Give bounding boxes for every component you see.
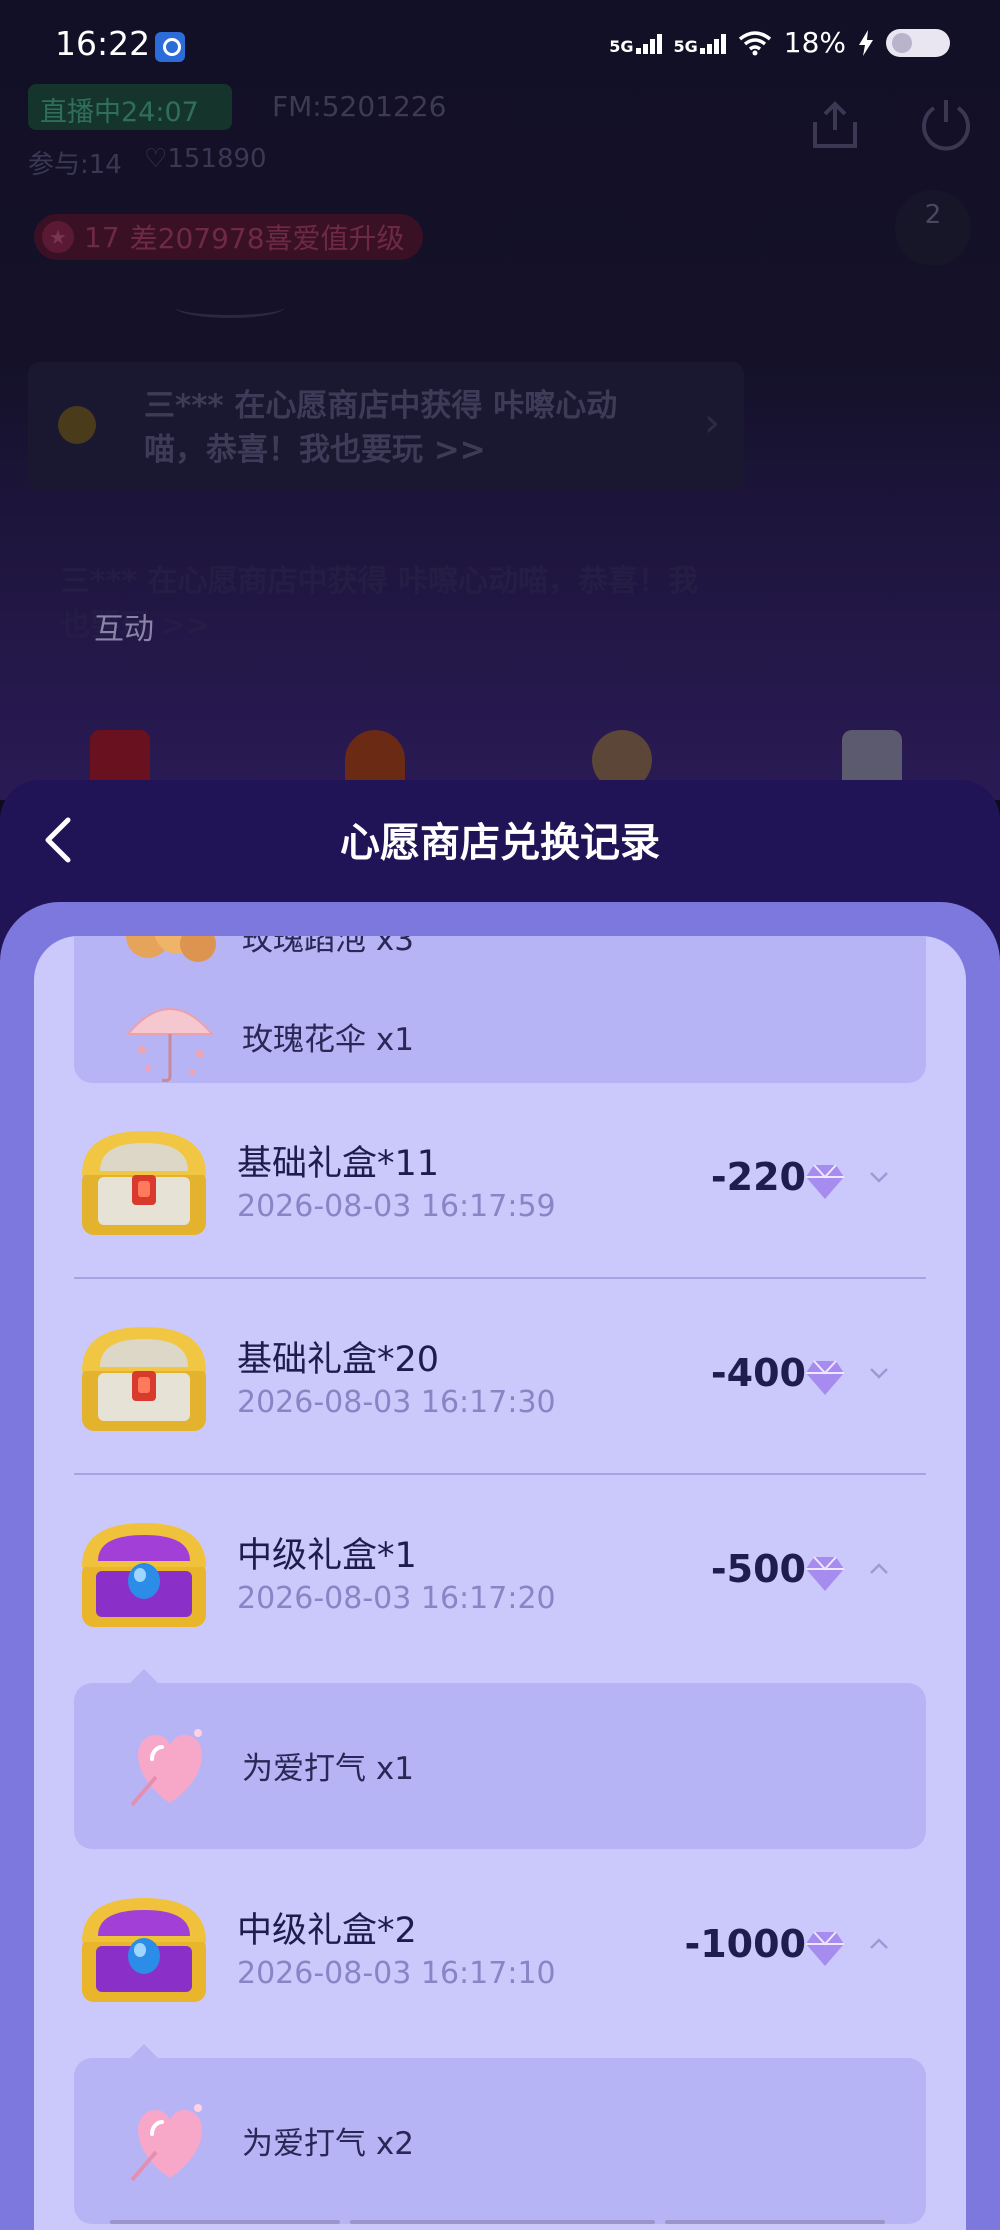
record-time: 2026-08-03 16:17:30 [237,1385,556,1420]
expanded-subitems: 玫瑰蹈泡 x3 玫瑰花伞 x1 [74,936,926,1083]
wifi-icon [738,30,771,55]
basic-chest-icon [82,1327,206,1431]
status-bar: 16:22 5G 5G 18% [0,0,1000,92]
subitem-cheer-love-label: 为爱打气 x2 [242,2125,414,2162]
share-icon[interactable] [805,100,865,150]
heart-icon: ♡ [144,144,168,174]
likes-value: 151890 [167,144,267,174]
chevron-down-icon[interactable] [868,1169,890,1185]
battery-icon [886,28,950,57]
rank-number: 2 [924,200,942,230]
charging-icon [859,29,873,56]
subitem-rose-umbrella: 玫瑰花伞 x1 [118,984,414,1088]
record-name: 中级礼盒*1 [237,1536,417,1576]
basic-chest-icon [82,1131,206,1235]
rose-umbrella-icon [125,1008,215,1082]
notice-avatar-icon [58,406,96,444]
record-amount: -220 [710,1155,806,1199]
live-room-background: 16:22 5G 5G 18% 直播中24:07 FM:5201226 参与:1… [0,0,1000,800]
network-type-1: 5G [609,36,634,56]
record-name: 基础礼盒*20 [237,1340,440,1380]
status-indicators: 5G 5G 18% [609,26,950,59]
record-panel: 玫瑰蹈泡 x3 玫瑰花伞 x1 基础礼盒*11 2026-08-03 16:17… [0,902,1000,2230]
subitem-cheer-love: 为爱打气 x1 [118,1713,414,1817]
subbox-pointer [130,1669,158,1683]
record-name: 基础礼盒*11 [237,1144,440,1184]
home-indicator [665,2220,885,2224]
fm-number: FM:5201226 [272,90,447,123]
level-badge[interactable]: ★ 17 差207978喜爱值升级 [34,214,423,260]
chevron-down-icon[interactable] [868,1365,890,1381]
record-row[interactable]: 中级礼盒*2 2026-08-03 16:17:10 -1000 [34,1850,966,2046]
home-indicator [110,2220,340,2224]
subitem-partial: 玫瑰蹈泡 x3 [118,936,414,966]
subbox-pointer [130,2044,158,2058]
sheet-header: 心愿商店兑换记录 [0,780,1000,900]
interact-label: 互动 [94,612,154,647]
diamond-icon [806,1360,844,1395]
home-indicator [350,2220,655,2224]
participants-count: 参与:14 [28,150,122,180]
power-icon[interactable] [918,96,974,152]
subitem-cheer-love: 为爱打气 x2 [118,2088,414,2192]
level-number: 17 [84,220,120,254]
expanded-subitems: 为爱打气 x1 [74,1683,926,1849]
mid-chest-icon [82,1523,206,1627]
status-time: 16:22 [55,24,151,63]
record-time: 2026-08-03 16:17:20 [237,1581,556,1616]
record-row[interactable]: 基础礼盒*11 2026-08-03 16:17:59 -220 [34,1083,966,1279]
level-progress-text: 差207978喜爱值升级 [129,222,405,255]
notice-text: 三*** 在心愿商店中获得 咔嚓心动喵，恭喜！我也要玩 >> [144,388,618,468]
likes-count: ♡151890 [144,144,267,174]
battery-percent: 18% [783,26,846,59]
mid-chest-icon [82,1898,206,2002]
record-row[interactable]: 中级礼盒*1 2026-08-03 16:17:20 -500 [34,1475,966,1671]
exchange-record-sheet: 心愿商店兑换记录 玫瑰蹈泡 x3 玫瑰花伞 x1 基础礼盒*11 2026-08… [0,780,1000,2230]
subitem-rose-umbrella-label: 玫瑰花伞 x1 [242,1021,414,1058]
star-icon: ★ [42,221,74,253]
ghost-notice-text: 三*** 在心愿商店中获得 咔嚓心动喵，恭喜！我也要玩 >> [60,564,698,643]
chevron-right-icon: › [704,400,720,446]
record-amount: -500 [710,1547,806,1591]
chevron-up-icon[interactable] [868,1561,890,1577]
wish-shop-notice[interactable]: 三*** 在心愿商店中获得 咔嚓心动喵，恭喜！我也要玩 >> › [28,362,744,490]
rose-bubble-icon [126,936,216,962]
pink-heart-wand-icon [130,1729,202,1807]
diamond-icon [806,1164,844,1199]
avatar-decoration [175,296,285,318]
rank-badge[interactable]: 2 [895,190,971,266]
signal-icon: 5G [609,32,662,56]
sheet-title: 心愿商店兑换记录 [340,820,660,866]
record-name: 中级礼盒*2 [237,1911,417,1951]
subitem-cheer-love-label: 为爱打气 x1 [242,1750,414,1787]
network-type-2: 5G [673,36,698,56]
diamond-icon [806,1556,844,1591]
live-duration-badge: 直播中24:07 [28,84,232,130]
expanded-subitems: 为爱打气 x2 [74,2058,926,2224]
record-time: 2026-08-03 16:17:59 [237,1189,556,1224]
record-list[interactable]: 玫瑰蹈泡 x3 玫瑰花伞 x1 基础礼盒*11 2026-08-03 16:17… [34,936,966,2230]
diamond-icon [806,1931,844,1966]
subitem-partial-label: 玫瑰蹈泡 x3 [242,936,414,958]
record-amount: -1000 [684,1922,806,1966]
record-amount: -400 [710,1351,806,1395]
pink-heart-wand-icon [130,2104,202,2182]
record-time: 2026-08-03 16:17:10 [237,1956,556,1991]
signal-icon-2: 5G [674,32,726,54]
app-notification-icon [155,32,185,62]
chevron-up-icon[interactable] [868,1936,890,1952]
record-row[interactable]: 基础礼盒*20 2026-08-03 16:17:30 -400 [34,1279,966,1475]
